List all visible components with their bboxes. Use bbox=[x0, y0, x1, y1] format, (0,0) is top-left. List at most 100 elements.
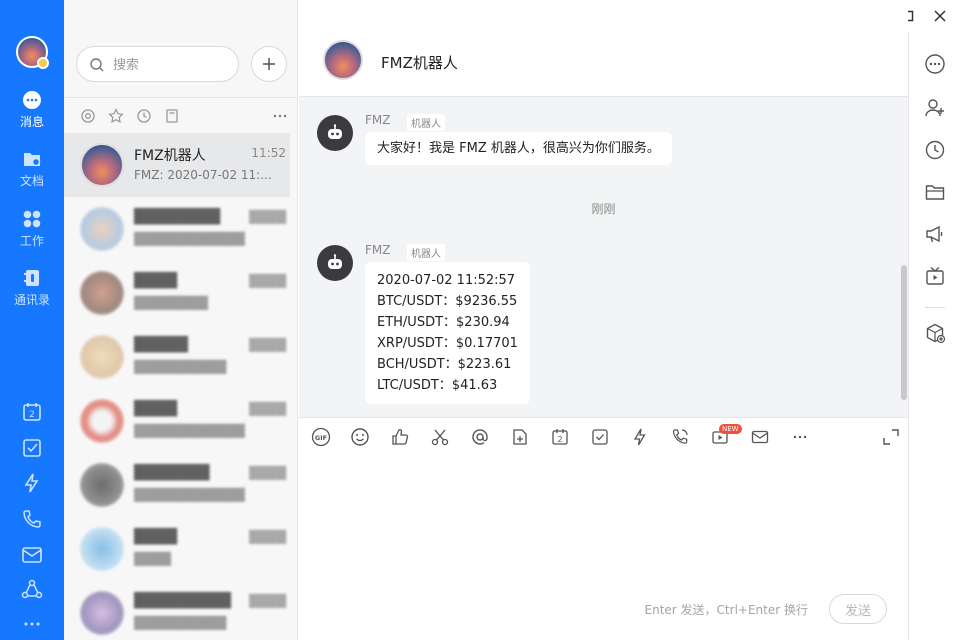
chat-scrollbar[interactable] bbox=[901, 265, 907, 400]
new-badge: NEW bbox=[719, 424, 742, 434]
nav-item-work[interactable]: 工作 bbox=[0, 209, 64, 249]
conversation-name: ████ bbox=[134, 273, 178, 289]
avatar[interactable] bbox=[317, 245, 353, 281]
sender-name: FMZ bbox=[365, 113, 391, 127]
more-icon[interactable] bbox=[272, 108, 288, 124]
announcement-icon[interactable] bbox=[924, 223, 946, 245]
avatar[interactable] bbox=[323, 40, 363, 80]
conversation-item[interactable]: FMZ机器人 11:52 FMZ: 2020-07-02 11:... bbox=[64, 133, 290, 197]
calendar-icon[interactable]: 2 bbox=[20, 400, 44, 424]
conversation-item[interactable]: ████████ ████ ████████████ bbox=[64, 197, 290, 261]
nav-label: 消息 bbox=[19, 115, 44, 129]
conversation-time: ████ bbox=[249, 210, 286, 224]
task-check-icon[interactable] bbox=[590, 427, 610, 447]
conversation-preview: FMZ: 2020-07-02 11:... bbox=[134, 168, 272, 182]
conversation-item[interactable]: ████ ████ ████████████ bbox=[64, 389, 290, 453]
phone-icon[interactable] bbox=[20, 507, 44, 531]
avatar bbox=[80, 143, 124, 187]
live-tv-icon[interactable] bbox=[924, 265, 946, 287]
search-input[interactable] bbox=[113, 55, 233, 75]
scissors-icon[interactable] bbox=[430, 427, 450, 447]
calendar-icon[interactable]: 2 bbox=[550, 427, 570, 447]
lightning-icon[interactable] bbox=[630, 427, 650, 447]
message-bubble[interactable]: 大家好！我是 FMZ 机器人，很高兴为你们服务。 bbox=[365, 132, 672, 165]
more-icon[interactable] bbox=[20, 612, 44, 636]
plus-icon bbox=[263, 58, 275, 70]
chat-bubble-icon bbox=[23, 91, 41, 109]
avatar bbox=[80, 335, 124, 379]
message-bubble[interactable]: 2020-07-02 11:52:57 BTC/USDT：$9236.55 ET… bbox=[365, 262, 530, 404]
conversation-name: ████████ bbox=[134, 209, 221, 225]
share-icon[interactable] bbox=[20, 578, 44, 602]
history-icon[interactable] bbox=[924, 139, 946, 161]
chat-panel: FMZ 机器人 FMZ 机器人 大家好！我是 FMZ 机器人，很高兴为你们服务。 … bbox=[299, 0, 908, 640]
message-line: BCH/USDT：$223.61 bbox=[377, 357, 512, 372]
conversation-preview: ████████████ bbox=[134, 424, 245, 438]
new-doc-icon[interactable] bbox=[510, 427, 530, 447]
conversation-preview: ████████ bbox=[134, 296, 208, 310]
avatar bbox=[80, 527, 124, 571]
folder-icon bbox=[24, 153, 41, 167]
emoji-icon[interactable] bbox=[350, 427, 370, 447]
conversation-item[interactable]: █████████ ████ ██████████ bbox=[64, 581, 290, 640]
chat-more-icon[interactable] bbox=[924, 53, 946, 75]
gif-icon[interactable]: GIF bbox=[311, 427, 331, 447]
message-line: XRP/USDT：$0.17701 bbox=[377, 336, 518, 351]
message-line: LTC/USDT：$41.63 bbox=[377, 378, 498, 393]
at-filter-icon[interactable] bbox=[80, 108, 96, 124]
conversation-time: ████ bbox=[249, 402, 286, 416]
filter-bar bbox=[64, 97, 298, 133]
apps-icon bbox=[23, 210, 41, 228]
checkbox-icon[interactable] bbox=[20, 436, 44, 460]
expand-icon[interactable] bbox=[881, 427, 901, 447]
nav-label: 文档 bbox=[19, 174, 44, 188]
right-toolbar bbox=[908, 32, 960, 640]
lightning-icon[interactable] bbox=[20, 471, 44, 495]
status-badge bbox=[37, 57, 49, 69]
conversation-item[interactable]: ████ ████ ████████ bbox=[64, 261, 290, 325]
conversation-name: ████ bbox=[134, 529, 178, 545]
conversation-time: ████ bbox=[249, 530, 286, 544]
folder-icon[interactable] bbox=[924, 181, 946, 203]
search-box[interactable] bbox=[76, 46, 239, 82]
thumbs-up-icon[interactable] bbox=[390, 427, 410, 447]
conversation-name: ████ bbox=[134, 401, 178, 417]
mail-icon[interactable] bbox=[20, 543, 44, 567]
composer-toolbar: GIF 2 NEW bbox=[299, 417, 908, 455]
send-button[interactable]: 发送 bbox=[829, 594, 887, 624]
add-app-icon[interactable] bbox=[924, 322, 946, 344]
clock-filter-icon[interactable] bbox=[136, 108, 152, 124]
phone-call-icon[interactable] bbox=[670, 427, 690, 447]
time-divider: 刚刚 bbox=[591, 202, 616, 216]
message-area: FMZ 机器人 大家好！我是 FMZ 机器人，很高兴为你们服务。 刚刚 FMZ … bbox=[299, 97, 908, 417]
avatar bbox=[80, 207, 124, 251]
nav-item-contacts[interactable]: 通讯录 bbox=[0, 268, 64, 308]
doc-filter-icon[interactable] bbox=[164, 108, 180, 124]
message-line: ETH/USDT：$230.94 bbox=[377, 315, 510, 330]
conversation-item[interactable]: ███████ ████ ████████████ bbox=[64, 453, 290, 517]
sender-tag: 机器人 bbox=[407, 244, 445, 261]
conversation-preview: ████████████ bbox=[134, 488, 245, 502]
conversation-item[interactable]: ████ ████ ████ bbox=[64, 517, 290, 581]
avatar bbox=[80, 463, 124, 507]
conversation-preview: ████ bbox=[134, 552, 171, 566]
mention-icon[interactable] bbox=[470, 427, 490, 447]
conversation-time: ████ bbox=[249, 274, 286, 288]
mail-icon[interactable] bbox=[750, 427, 770, 447]
avatar bbox=[80, 591, 124, 635]
more-icon[interactable] bbox=[790, 427, 810, 447]
add-member-icon[interactable] bbox=[924, 97, 946, 119]
add-button[interactable] bbox=[251, 46, 287, 82]
conversation-time: 11:52 bbox=[251, 146, 286, 160]
robot-icon bbox=[328, 254, 342, 269]
close-icon[interactable] bbox=[932, 8, 948, 24]
star-filter-icon[interactable] bbox=[108, 108, 124, 124]
message-line: 大家好！我是 FMZ 机器人，很高兴为你们服务。 bbox=[377, 141, 660, 156]
calendar-day: 2 bbox=[29, 410, 35, 420]
nav-item-docs[interactable]: 文档 bbox=[0, 149, 64, 189]
avatar[interactable] bbox=[317, 115, 353, 151]
avatar[interactable] bbox=[16, 36, 49, 69]
nav-item-messages[interactable]: 消息 bbox=[0, 90, 64, 130]
conversation-item[interactable]: █████ ████ ██████████ bbox=[64, 325, 290, 389]
message-editor[interactable] bbox=[299, 455, 908, 595]
